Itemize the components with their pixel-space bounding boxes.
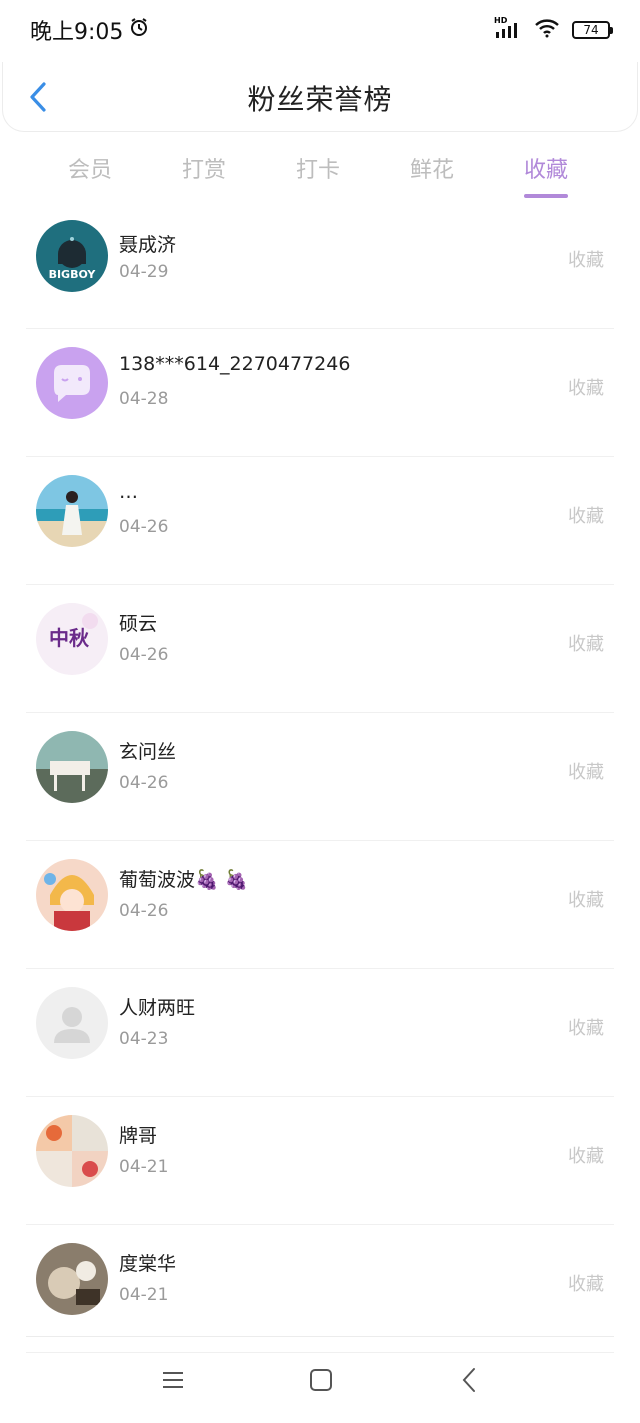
status-bar: 晚上9:05 HD 74 [0,0,640,60]
signal-icon: HD [494,16,522,40]
favorite-action[interactable]: 收藏 [568,758,604,784]
fan-name: 聂成济 [119,234,177,256]
list-item[interactable]: … 04-26 收藏 [26,457,614,585]
avatar [36,475,108,547]
chevron-left-icon [462,1368,475,1392]
favorite-action[interactable]: 收藏 [568,630,604,656]
avatar-logo-text: 中秋 [49,626,90,650]
tab-member[interactable]: 会员 [68,152,112,184]
system-back-button[interactable] [454,1365,484,1395]
avatar: 中秋 [36,603,108,675]
page-title: 粉丝荣誉榜 [247,83,393,116]
fan-date: 04-23 [119,1029,169,1049]
tab-checkin[interactable]: 打卡 [296,152,340,184]
active-tab-indicator [524,194,569,198]
avatar [36,1243,108,1315]
battery-icon: 74 [572,21,613,39]
favorite-action[interactable]: 收藏 [568,246,604,272]
menu-icon [163,1372,183,1388]
fan-date: 04-26 [119,773,169,793]
alarm-icon [129,17,149,43]
nav-bar: 粉丝荣誉榜 [2,62,638,132]
fan-name: 138***614_2270477246 [119,353,351,375]
avatar [36,859,108,931]
square-icon [310,1369,332,1391]
avatar [36,731,108,803]
fan-name: 硕云 [119,613,158,635]
fan-date: 04-26 [119,901,169,921]
favorite-action[interactable]: 收藏 [568,1014,604,1040]
avatar: BIGBOY [36,220,108,292]
fan-name: … [119,481,138,503]
status-left: 晚上9:05 [30,14,149,46]
clock-text: 晚上9:05 [30,20,124,45]
fan-name: 度棠华 [119,1253,177,1275]
tab-bar: 会员 打赏 打卡 鲜花 收藏 [0,140,640,202]
list-item[interactable]: 中秋 硕云 04-26 收藏 [26,585,614,713]
avatar [36,987,108,1059]
fan-date: 04-21 [119,1157,169,1177]
system-nav-bar [26,1336,614,1423]
list-item[interactable]: 葡萄波波🍇 🍇 04-26 收藏 [26,841,614,969]
fan-name: 牌哥 [119,1125,158,1147]
fan-name: 葡萄波波🍇 🍇 [119,869,249,891]
fan-date: 04-21 [119,1285,169,1305]
fan-date: 04-26 [119,517,169,537]
list-item[interactable]: 人财两旺 04-23 收藏 [26,969,614,1097]
battery-level: 74 [583,23,599,37]
tab-favorites[interactable]: 收藏 [524,152,569,198]
tab-favorites-label: 收藏 [524,158,569,183]
list-item[interactable]: 138***614_2270477246 04-28 收藏 [26,329,614,457]
fan-date: 04-26 [119,645,169,665]
fan-list: BIGBOY 聂成济 04-29 收藏 138***614_2270477246… [0,218,640,1353]
favorite-action[interactable]: 收藏 [568,886,604,912]
list-item[interactable]: BIGBOY 聂成济 04-29 收藏 [26,218,614,329]
avatar [36,1115,108,1187]
list-item[interactable]: 玄问丝 04-26 收藏 [26,713,614,841]
fan-date: 04-29 [119,262,169,282]
wifi-icon [534,18,560,42]
favorite-action[interactable]: 收藏 [568,1270,604,1296]
tab-flowers[interactable]: 鲜花 [410,152,454,184]
status-right: HD 74 [494,16,613,42]
tab-reward[interactable]: 打赏 [182,152,226,184]
list-item[interactable]: 度棠华 04-21 收藏 [26,1225,614,1353]
home-button[interactable] [306,1365,336,1395]
menu-button[interactable] [158,1365,188,1395]
avatar-logo-text: BIGBOY [49,268,97,281]
fan-name: 人财两旺 [119,997,196,1019]
favorite-action[interactable]: 收藏 [568,374,604,400]
list-item[interactable]: 牌哥 04-21 收藏 [26,1097,614,1225]
favorite-action[interactable]: 收藏 [568,1142,604,1168]
avatar [36,347,108,419]
fan-name: 玄问丝 [119,741,177,763]
fan-date: 04-28 [119,389,169,409]
favorite-action[interactable]: 收藏 [568,502,604,528]
